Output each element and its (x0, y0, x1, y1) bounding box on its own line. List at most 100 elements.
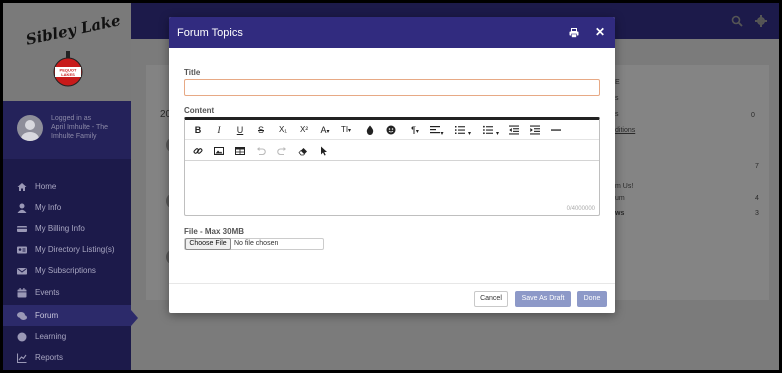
side-link[interactable]: ditions (615, 127, 635, 134)
editor-toolbar-row-1: B I U S X₁ X² A▾ TI▾ ¶▾ ▾ ▾ ▾ (185, 120, 599, 140)
svg-text:LAKES: LAKES (61, 72, 75, 77)
sidebar-item-directory[interactable]: My Directory Listing(s) (3, 239, 131, 260)
sidebar-item-label: Reports (35, 353, 64, 362)
chevron-down-icon: ▾ (467, 131, 471, 137)
side-count: 3 (755, 210, 759, 217)
outdent-icon (509, 125, 519, 135)
font-size-dropdown[interactable]: TI▾ (338, 124, 354, 136)
editor-toolbar-row-2 (185, 141, 599, 161)
select-all-button[interactable] (319, 145, 329, 157)
droplet-icon (366, 125, 374, 135)
strikethrough-button[interactable]: S (256, 124, 266, 136)
redo-button[interactable] (277, 145, 287, 157)
comments-icon (17, 311, 27, 320)
insert-link-button[interactable] (193, 145, 203, 157)
align-dropdown[interactable]: ▾ (428, 124, 446, 137)
sidebar: Sibley Lake PEQUOT LAKES Logged in as Ap… (3, 3, 131, 370)
unordered-list-icon (482, 125, 493, 135)
avatar (17, 115, 43, 141)
sidebar-item-reports[interactable]: Reports (3, 347, 131, 368)
side-count: 7 (755, 163, 759, 170)
side-count: 0 (751, 112, 755, 119)
content-label: Content (184, 106, 215, 115)
search-icon[interactable] (731, 15, 743, 27)
side-text: m Us! (615, 183, 634, 190)
sidebar-item-forum[interactable]: Forum (3, 305, 131, 326)
chart-icon (17, 353, 27, 363)
eraser-icon (298, 148, 307, 156)
insert-image-button[interactable] (214, 145, 224, 157)
redo-icon (277, 147, 286, 156)
subscript-button[interactable]: X₁ (277, 124, 289, 136)
insert-table-button[interactable] (235, 145, 245, 157)
close-icon[interactable]: ✕ (595, 25, 605, 39)
logo: Sibley Lake PEQUOT LAKES (3, 3, 131, 101)
image-icon (214, 147, 224, 155)
background-color-button[interactable] (365, 124, 375, 136)
sidebar-item-events[interactable]: Events (3, 282, 131, 303)
user-profile: Logged in as April Imhulte - The Imhulte… (3, 101, 131, 159)
chevron-down-icon: ▾ (415, 129, 419, 135)
ordered-list-dropdown[interactable]: ▾ (453, 124, 473, 137)
active-nav-caret (131, 310, 138, 326)
ordered-list-icon (454, 126, 465, 134)
sidebar-item-label: Events (35, 288, 60, 297)
cancel-button[interactable]: Cancel (474, 291, 508, 307)
chevron-down-icon: ▾ (495, 131, 499, 137)
modal-footer-divider (169, 283, 615, 284)
file-status-text: No file chosen (234, 240, 279, 247)
sidebar-item-label: My Subscriptions (35, 266, 96, 275)
indent-icon (530, 125, 540, 135)
id-card-icon (17, 246, 27, 253)
cursor-icon (321, 146, 327, 156)
logo-text: Sibley Lake (24, 11, 123, 49)
file-upload-field[interactable]: Choose File No file chosen (184, 238, 324, 250)
bobber-logo-icon: PEQUOT LAKES (53, 51, 83, 87)
bold-button[interactable]: B (193, 124, 203, 136)
italic-button[interactable]: I (214, 124, 224, 136)
sidebar-item-label: Home (35, 182, 57, 191)
outdent-button[interactable] (509, 124, 519, 136)
sidebar-item-home[interactable]: Home (3, 176, 131, 197)
align-left-icon (430, 126, 441, 134)
done-button[interactable]: Done (577, 291, 607, 307)
sidebar-item-label: Forum (35, 311, 59, 320)
font-color-dropdown[interactable]: A▾ (318, 124, 332, 136)
indent-button[interactable] (530, 124, 540, 136)
underline-button[interactable]: U (235, 124, 245, 136)
save-as-draft-button[interactable]: Save As Draft (515, 291, 571, 307)
forum-topic-modal: Forum Topics ✕ Title Content B I U S X₁ … (169, 17, 615, 313)
side-text: s (615, 95, 619, 102)
forum-sidebar-card: E s s 0 ditions 7 m Us! um 4 ws 3 (605, 65, 769, 300)
sidebar-item-my-info[interactable]: My Info (3, 197, 131, 218)
sidebar-item-label: My Directory Listing(s) (35, 245, 115, 254)
circle-icon (17, 332, 27, 341)
undo-button[interactable] (256, 145, 266, 157)
side-text: um (615, 195, 625, 202)
modal-title: Forum Topics (177, 27, 243, 39)
superscript-button[interactable]: X² (298, 124, 310, 136)
choose-file-button[interactable]: Choose File (185, 238, 231, 250)
horizontal-rule-button[interactable] (551, 124, 561, 136)
sidebar-item-learning[interactable]: Learning (3, 326, 131, 347)
logged-in-label: Logged in as (51, 115, 92, 122)
envelope-icon (17, 267, 27, 274)
sidebar-item-billing[interactable]: My Billing Info (3, 218, 131, 239)
unordered-list-dropdown[interactable]: ▾ (481, 124, 501, 137)
paragraph-format-dropdown[interactable]: ¶▾ (407, 124, 423, 136)
side-count: 4 (755, 195, 759, 202)
print-icon[interactable] (569, 28, 579, 38)
table-icon (235, 147, 245, 155)
editor-content-area[interactable] (185, 162, 599, 214)
rich-text-editor: B I U S X₁ X² A▾ TI▾ ¶▾ ▾ ▾ ▾ 0/4000000 (184, 117, 600, 216)
user-name: April Imhulte - The Imhulte Family (51, 124, 109, 140)
emoticon-button[interactable] (386, 124, 396, 136)
side-text: E (615, 79, 620, 86)
title-input[interactable] (184, 79, 600, 96)
title-label: Title (184, 68, 201, 77)
modal-header: Forum Topics ✕ (169, 17, 615, 48)
gear-icon[interactable] (755, 15, 767, 27)
sidebar-item-subscriptions[interactable]: My Subscriptions (3, 260, 131, 281)
calendar-icon (17, 287, 27, 297)
clear-formatting-button[interactable] (298, 145, 308, 157)
